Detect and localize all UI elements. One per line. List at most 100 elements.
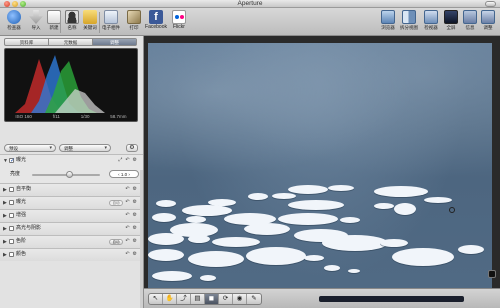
keyword-icon bbox=[83, 10, 97, 24]
toolbar-import-button[interactable]: 导入 bbox=[26, 10, 46, 35]
toolbar-print-button[interactable]: 打印 bbox=[124, 10, 144, 35]
crop-icon[interactable]: ◼ bbox=[205, 294, 219, 304]
adjustment-actions[interactable]: ↶⚙ bbox=[125, 186, 140, 193]
split-view-icon bbox=[402, 10, 416, 24]
disclosure-closed-icon[interactable]: ▶ bbox=[3, 200, 7, 206]
ice-floe bbox=[188, 251, 244, 267]
toolbar-split-view-button[interactable]: 拆分视图 bbox=[399, 10, 419, 35]
disclosure-closed-icon[interactable]: ▶ bbox=[3, 252, 7, 258]
adjustment-enable-checkbox[interactable] bbox=[9, 226, 14, 231]
tab-library[interactable]: 资料库 bbox=[5, 39, 49, 45]
lift-icon[interactable]: ⤴ bbox=[177, 294, 191, 304]
disclosure-closed-icon[interactable]: ▶ bbox=[3, 239, 7, 245]
adjustment-name: 色阶 bbox=[16, 238, 27, 244]
inspector-tabs: 资料库 元数据 调整 bbox=[4, 38, 137, 46]
adjustments-list: ▼ 曝光 ⤢↶⚙ 亮度 ‹ 1.0 › ▶ 自平衡 ↶⚙ ▶ 曝光 自动 ↶⚙ … bbox=[0, 154, 143, 308]
toolbar-adjust-label: 调整 bbox=[483, 25, 493, 30]
adjustment-actions[interactable]: ↶⚙ bbox=[125, 251, 140, 258]
toolbar-viewer-button[interactable]: 检视器 bbox=[421, 10, 441, 35]
pointer-icon[interactable]: ↖ bbox=[149, 294, 163, 304]
toolbar-fullscreen-button[interactable]: 全屏 bbox=[441, 10, 461, 35]
adjustment-name: 颜色 bbox=[16, 251, 27, 257]
toolbar-facebook-button[interactable]: f Facebook bbox=[145, 10, 167, 35]
adjustment-exposure[interactable]: ▶ 曝光 自动 ↶⚙ bbox=[0, 196, 143, 209]
toolbar-flickr-button[interactable]: Flickr bbox=[169, 10, 189, 35]
adjustment-levels[interactable]: ▶ 色阶 自动 ↶⚙ bbox=[0, 235, 143, 248]
adjustment-color[interactable]: ▶ 颜色 ↶⚙ bbox=[0, 248, 143, 261]
disclosure-open-icon[interactable]: ▼ bbox=[3, 158, 8, 164]
brightness-slider-knob[interactable] bbox=[65, 171, 73, 178]
adjustment-name: 高光与阴影 bbox=[16, 225, 42, 231]
viewer-toolbar: ↖ ✋ ⤴ ▤ ◼ ⟳ ◉ ✎ bbox=[144, 288, 500, 308]
adjustment-highlights-shadows[interactable]: ▶ 高光与阴影 ↶⚙ bbox=[0, 222, 143, 235]
disclosure-closed-icon[interactable]: ▶ bbox=[3, 213, 7, 219]
slider-label: 亮度 bbox=[10, 171, 21, 177]
adjustment-actions[interactable]: ⤢↶⚙ bbox=[118, 157, 140, 164]
photo-mist bbox=[148, 43, 492, 207]
adjustment-enhance[interactable]: ▶ 增强 ↶⚙ bbox=[0, 209, 143, 222]
viewer-icon bbox=[424, 10, 438, 24]
inspector-scrollbar[interactable] bbox=[140, 170, 143, 308]
tab-adjustments[interactable]: 调整 bbox=[93, 39, 136, 45]
adjustment-enable-checkbox[interactable] bbox=[9, 200, 14, 205]
hand-icon[interactable]: ✋ bbox=[163, 294, 177, 304]
title-bar: Aperture bbox=[0, 0, 500, 8]
exif-iso: ISO 160 bbox=[15, 114, 32, 119]
toolbar-info-button[interactable]: 信息 bbox=[460, 10, 480, 35]
auto-button[interactable]: 自动 bbox=[109, 200, 123, 206]
brightness-value: 1.0 bbox=[120, 172, 128, 177]
toolbar-name-button[interactable]: 名称 bbox=[62, 10, 82, 35]
toolbar-adjust-button[interactable]: 调整 bbox=[478, 10, 498, 35]
toolbar-keyword-button[interactable]: 关键词 bbox=[80, 10, 100, 35]
tab-metadata[interactable]: 元数据 bbox=[49, 39, 93, 45]
ice-floe bbox=[328, 185, 354, 191]
preset-select[interactable]: 预设 bbox=[4, 144, 56, 152]
fullscreen-icon bbox=[444, 10, 458, 24]
adjustment-actions[interactable]: ↶⚙ bbox=[125, 212, 140, 219]
ice-floe bbox=[186, 216, 206, 223]
disclosure-closed-icon[interactable]: ▶ bbox=[3, 226, 7, 232]
email-icon bbox=[104, 10, 118, 24]
toolbar-browser-button[interactable]: 浏览器 bbox=[378, 10, 398, 35]
adjustment-enable-checkbox[interactable] bbox=[9, 239, 14, 244]
adjustment-actions[interactable]: ↶⚙ bbox=[125, 199, 140, 206]
toolbar-new-button[interactable]: 新建 bbox=[44, 10, 64, 35]
ice-floe bbox=[374, 186, 428, 197]
ice-floe bbox=[148, 249, 184, 261]
adjustment-enable-checkbox[interactable] bbox=[9, 157, 15, 164]
brightness-slider-track[interactable] bbox=[32, 171, 100, 178]
adjustment-white-balance[interactable]: ▶ 自平衡 ↶⚙ bbox=[0, 183, 143, 196]
info-icon bbox=[463, 10, 477, 24]
disclosure-closed-icon[interactable]: ▶ bbox=[3, 187, 7, 193]
brush-icon[interactable]: ✎ bbox=[247, 294, 261, 304]
brightness-value-field[interactable]: ‹ 1.0 › bbox=[109, 170, 139, 178]
ice-floe bbox=[212, 237, 260, 247]
adjustment-actions[interactable]: ↶⚙ bbox=[125, 238, 140, 245]
adjustment-name: 曝光 bbox=[16, 157, 27, 163]
toolbar-toggle-button[interactable] bbox=[485, 1, 496, 7]
stamp-icon[interactable]: ▤ bbox=[191, 294, 205, 304]
ice-floe bbox=[394, 203, 416, 215]
ice-floe bbox=[182, 205, 232, 216]
ice-floe bbox=[458, 245, 484, 254]
adjust-select[interactable]: 调整 bbox=[59, 144, 111, 152]
adjustment-actions[interactable]: ↶⚙ bbox=[125, 225, 140, 232]
ice-floe bbox=[188, 235, 210, 243]
auto-button[interactable]: 自动 bbox=[109, 239, 123, 245]
adjustment-enable-checkbox[interactable] bbox=[9, 187, 14, 192]
toolbar-inspector-button[interactable]: 检查器 bbox=[4, 10, 24, 35]
facebook-icon: f bbox=[149, 10, 163, 24]
straighten-icon[interactable]: ⟳ bbox=[219, 294, 233, 304]
toolbar-email-button[interactable]: 电子相件 bbox=[101, 10, 121, 35]
loupe-icon[interactable]: ◉ bbox=[233, 294, 247, 304]
adjustment-enable-checkbox[interactable] bbox=[9, 252, 14, 257]
filmstrip-strip[interactable] bbox=[319, 296, 464, 302]
gear-icon[interactable]: ⚙ bbox=[126, 144, 138, 152]
adjustment-exposure-expanded[interactable]: ▼ 曝光 ⤢↶⚙ 亮度 ‹ 1.0 › bbox=[0, 154, 143, 183]
ice-floe bbox=[244, 223, 290, 235]
badge-overlay-icon[interactable] bbox=[488, 270, 496, 278]
adjustment-name: 增强 bbox=[16, 212, 27, 218]
toolbar-info-label: 信息 bbox=[465, 25, 475, 30]
adjustment-enable-checkbox[interactable] bbox=[9, 213, 14, 218]
photo-image[interactable] bbox=[148, 43, 492, 308]
